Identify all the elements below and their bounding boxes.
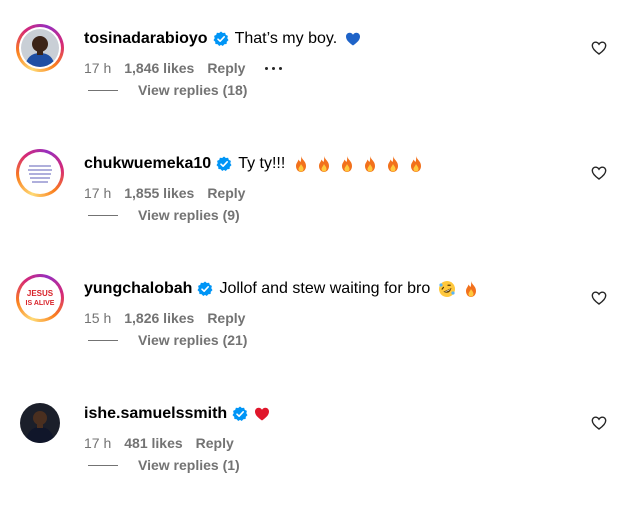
- view-replies-label: View replies (21): [138, 332, 248, 348]
- fire-emoji-icon: [388, 156, 399, 172]
- rolling-laughing-emoji-icon: [439, 281, 456, 297]
- comments-list: tosinadarabioyo That’s my boy. 17 h 1,84…: [0, 0, 621, 507]
- view-replies-button[interactable]: View replies (9): [88, 207, 240, 223]
- likes-count[interactable]: 1,846 likes: [124, 60, 194, 76]
- avatar: [21, 154, 59, 192]
- comment-time: 15 h: [84, 310, 112, 326]
- more-options-icon[interactable]: [265, 66, 283, 70]
- fire-emoji-icon: [296, 156, 307, 172]
- divider-line: [88, 89, 118, 91]
- avatar-text: JESUS: [27, 289, 54, 298]
- divider-line: [88, 214, 118, 216]
- divider-line: [88, 339, 118, 341]
- avatar-container[interactable]: [16, 399, 64, 447]
- avatar: [21, 29, 59, 67]
- comment-time: 17 h: [84, 435, 112, 451]
- red-heart-emoji-icon: [255, 407, 270, 421]
- view-replies-label: View replies (9): [138, 207, 240, 223]
- like-heart-icon[interactable]: [591, 40, 607, 56]
- fire-emoji-icon: [411, 156, 422, 172]
- avatar: JESUS IS ALIVE: [21, 279, 59, 317]
- fire-emoji-icon: [342, 156, 353, 172]
- username[interactable]: yungchalobah: [84, 280, 192, 298]
- comment-item: JESUS IS ALIVE yungchalobah Jollof and s…: [0, 250, 621, 375]
- likes-count[interactable]: 481 likes: [124, 435, 182, 451]
- likes-count[interactable]: 1,826 likes: [124, 310, 194, 326]
- avatar: [20, 403, 60, 443]
- view-replies-button[interactable]: View replies (21): [88, 332, 247, 348]
- fire-emoji-icon: [466, 281, 477, 297]
- view-replies-button[interactable]: View replies (18): [88, 82, 247, 98]
- username[interactable]: chukwuemeka10: [84, 155, 211, 173]
- comment-item: ishe.samuelssmith 17 h 481 likes Reply V…: [0, 375, 621, 500]
- reply-button[interactable]: Reply: [196, 435, 234, 451]
- reply-button[interactable]: Reply: [207, 185, 245, 201]
- view-replies-label: View replies (1): [138, 457, 240, 473]
- verified-badge-icon: [213, 31, 229, 46]
- avatar-text: IS ALIVE: [26, 300, 55, 307]
- username[interactable]: tosinadarabioyo: [84, 30, 208, 48]
- comment-text: Jollof and stew waiting for bro: [219, 280, 431, 297]
- comment-text: Ty ty!!!: [238, 155, 286, 172]
- avatar-story-ring[interactable]: [16, 24, 64, 72]
- comment-time: 17 h: [84, 60, 112, 76]
- comment-item: tosinadarabioyo That’s my boy. 17 h 1,84…: [0, 0, 621, 125]
- comment-item: chukwuemeka10 Ty ty!!! 17 h 1,855 likes …: [0, 125, 621, 250]
- blue-heart-emoji-icon: [346, 32, 361, 46]
- avatar-story-ring[interactable]: JESUS IS ALIVE: [16, 274, 64, 322]
- view-replies-label: View replies (18): [138, 82, 248, 98]
- fire-emoji-icon: [319, 156, 330, 172]
- fire-emoji-icon: [365, 156, 376, 172]
- like-heart-icon[interactable]: [591, 290, 607, 306]
- reply-button[interactable]: Reply: [207, 310, 245, 326]
- verified-badge-icon: [232, 406, 248, 421]
- comment-time: 17 h: [84, 185, 112, 201]
- avatar-story-ring[interactable]: [16, 149, 64, 197]
- username[interactable]: ishe.samuelssmith: [84, 405, 227, 423]
- like-heart-icon[interactable]: [591, 165, 607, 181]
- divider-line: [88, 464, 118, 466]
- likes-count[interactable]: 1,855 likes: [124, 185, 194, 201]
- view-replies-button[interactable]: View replies (1): [88, 457, 240, 473]
- verified-badge-icon: [197, 281, 213, 296]
- like-heart-icon[interactable]: [591, 415, 607, 431]
- comment-text: That’s my boy.: [234, 30, 338, 47]
- reply-button[interactable]: Reply: [207, 60, 245, 76]
- verified-badge-icon: [216, 156, 232, 171]
